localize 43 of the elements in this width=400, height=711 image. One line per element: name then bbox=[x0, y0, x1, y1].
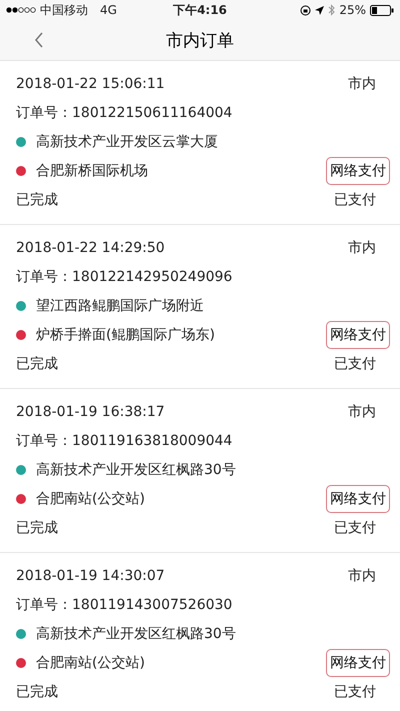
address: 合肥南站(公交站) bbox=[36, 654, 145, 672]
payment-method-tag: 网络支付 bbox=[326, 648, 390, 676]
location-icon bbox=[315, 6, 324, 14]
back-icon[interactable] bbox=[34, 32, 44, 48]
order-datetime: 2018-01-19 14:30:07 bbox=[16, 568, 165, 584]
order-datetime: 2018-01-22 15:06:11 bbox=[16, 76, 165, 92]
battery-percent: 25% bbox=[339, 3, 366, 17]
battery-icon bbox=[370, 4, 394, 16]
network-type: 4G bbox=[100, 3, 117, 17]
payment-method-tag: 网络支付 bbox=[326, 320, 390, 348]
address: 望江西路鲲鹏国际广场附近 bbox=[36, 296, 204, 314]
order-number: 订单号：180122150611164004 bbox=[16, 104, 232, 122]
payment-status: 已支付 bbox=[334, 518, 376, 536]
address: 高新技术产业开发区云掌大厦 bbox=[36, 132, 218, 150]
order-number: 订单号：180122142950249096 bbox=[16, 268, 232, 286]
address: 合肥新桥国际机场 bbox=[36, 162, 148, 180]
lock-rotation-icon bbox=[300, 4, 312, 16]
payment-method-tag: 网络支付 bbox=[326, 156, 390, 184]
bluetooth-icon bbox=[328, 4, 336, 16]
order-status: 已完成 bbox=[16, 354, 58, 372]
order-status: 已完成 bbox=[16, 518, 58, 536]
page-title: 市内订单 bbox=[166, 30, 234, 52]
order-type: 市内 bbox=[348, 566, 376, 584]
order-datetime: 2018-01-19 16:38:17 bbox=[16, 404, 165, 420]
signal-icon bbox=[6, 7, 36, 13]
carrier: 中国移动 bbox=[40, 2, 88, 18]
payment-status: 已支付 bbox=[334, 190, 376, 208]
order-type: 市内 bbox=[348, 402, 376, 420]
payment-status: 已支付 bbox=[334, 354, 376, 372]
address: 炉桥手擀面(鲲鹏国际广场东) bbox=[36, 326, 215, 344]
payment-method-tag: 网络支付 bbox=[326, 484, 390, 512]
address: 高新技术产业开发区红枫路30号 bbox=[36, 460, 236, 478]
order-status: 已完成 bbox=[16, 682, 58, 700]
order-status: 已完成 bbox=[16, 190, 58, 208]
address: 合肥南站(公交站) bbox=[36, 490, 145, 508]
clock: 下午4:16 bbox=[173, 2, 227, 18]
payment-status: 已支付 bbox=[334, 682, 376, 700]
order-number: 订单号：180119143007526030 bbox=[16, 596, 232, 614]
order-number: 订单号：180119163818009044 bbox=[16, 432, 232, 450]
order-type: 市内 bbox=[348, 238, 376, 256]
order-type: 市内 bbox=[348, 74, 376, 92]
address: 高新技术产业开发区红枫路30号 bbox=[36, 624, 236, 642]
order-datetime: 2018-01-22 14:29:50 bbox=[16, 240, 165, 256]
